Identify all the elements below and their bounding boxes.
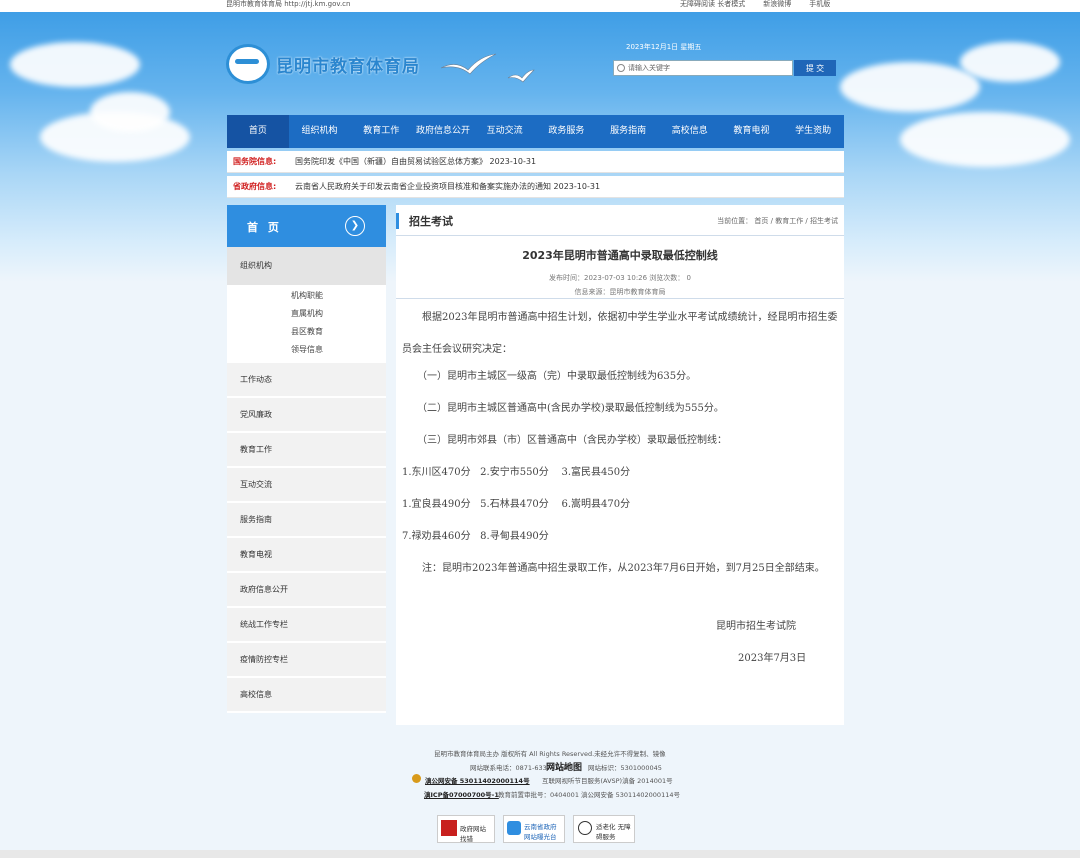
sidebar-sub-list: 机构职能 直属机构 县区教育 领导信息 [227,287,386,359]
nav-interaction[interactable]: 互动交流 [474,115,536,148]
main-nav: 首页 组织机构 教育工作 政府信息公开 互动交流 政务服务 服务指南 高校信息 … [227,115,844,148]
sidebar-item-epidemic[interactable]: 疫情防控专栏 [227,643,386,678]
state-council-notice: 国务院信息: 国务院印发《中国（新疆）自由贸易试验区总体方案》 2023-10-… [227,151,844,173]
nav-gov-service[interactable]: 政务服务 [536,115,598,148]
gov-site-error-badge[interactable]: 政府网站 找错 [437,815,495,843]
section-title: 招生考试 [396,213,453,229]
badge-label: 适老化 无障碍服务 [596,823,631,841]
accessibility-link[interactable]: 无障碍阅读 长者模式 [680,0,745,9]
article-title: 2023年昆明市普通高中录取最低控制线 [522,249,718,262]
cloud-decoration [900,112,1070,167]
article-panel: 招生考试 当前位置： 首页 / 教育工作 / 招生考试 2023年昆明市普通高中… [396,205,844,725]
sidebar-item-gov-info[interactable]: 政府信息公开 [227,573,386,608]
nav-education-tv[interactable]: 教育电视 [721,115,783,148]
search-input[interactable]: 请输入关键字 [613,60,793,76]
sidebar-item-interaction[interactable]: 互动交流 [227,468,386,503]
badge-label: 政府网站 找错 [460,825,486,843]
logo-emblem-icon [226,44,270,84]
sidebar-sub-item[interactable]: 县区教育 [227,323,386,341]
nav-home[interactable]: 首页 [227,115,289,148]
article-paragraph: （二）昆明市主城区普通高中(含民办学校)录取最低控制线为555分。 [402,403,724,414]
article-paragraph: 1.宜良县490分 5.石林县470分 6.嵩明县470分 [402,499,631,510]
mobile-link[interactable]: 手机版 [809,0,830,9]
article-publish-info: 发布时间：2023-07-03 10:26 浏览次数： 0 [549,274,691,282]
article-sign-date: 2023年7月3日 [738,653,807,664]
sidebar-item-united-front[interactable]: 统战工作专栏 [227,608,386,643]
sidebar-item-work-news[interactable]: 工作动态 [227,363,386,398]
article-paragraph: （一）昆明市主城区一级高（完）中录取最低控制线为635分。 [402,371,697,382]
top-bar: 昆明市教育体育局 http://jtj.km.gov.cn 无障碍阅读 长者模式… [0,0,1080,12]
cloud-decoration [960,42,1060,82]
badge-label: 云南省政府 网站曝光台 [524,823,557,841]
sidebar: 首 页 ❯ 组织机构 机构职能 直属机构 县区教育 领导信息 工作动态 党风廉政… [227,205,386,713]
police-badge-icon [412,774,421,783]
footer-police-record[interactable]: 滇公网安备 53011402000114号 [425,775,530,785]
article-signature: 昆明市招生考试院 [716,621,796,632]
article-paragraph: （三）昆明市郊县（市）区普通高中（含民办学校）录取最低控制线： [402,435,727,446]
sidebar-item-organization[interactable]: 组织机构 [227,247,386,287]
elderly-access-badge[interactable]: 适老化 无障碍服务 [573,815,635,843]
cloud-decoration [840,62,980,112]
logo-text: 昆明市教育体育局 [276,56,420,77]
footer-approval: 教育前置审批号：0404001 滇公网安备 53011402000114号 [498,791,680,799]
search-icon [617,64,625,72]
gov-badge-icon [441,820,457,836]
breadcrumb[interactable]: 当前位置： 首页 / 教育工作 / 招生考试 [717,216,838,226]
sidebar-sub-item[interactable]: 直属机构 [227,305,386,323]
article-paragraph: 注：昆明市2023年普通高中招生录取工作，从2023年7月6日开始，到7月25日… [402,563,825,574]
footer-sitemap-link[interactable]: 网站地图 [546,760,582,773]
weibo-link[interactable]: 新浪微博 [763,0,791,9]
notice-tag: 省政府信息: [233,182,277,191]
search-submit-button[interactable]: 提 交 [794,60,836,76]
province-notice: 省政府信息: 云南省人民政府关于印发云南省企业投资项目核准和备案实施办法的通知 … [227,176,844,198]
nav-university[interactable]: 高校信息 [659,115,721,148]
section-header: 招生考试 当前位置： 首页 / 教育工作 / 招生考试 [396,205,844,236]
site-logo[interactable]: 昆明市教育体育局 [226,44,420,84]
top-links: 无障碍阅读 长者模式 新浪微博 手机版 [680,0,830,9]
cloud-decoration [90,92,170,132]
exposure-badge-icon [507,821,521,835]
nav-organization[interactable]: 组织机构 [289,115,351,148]
sidebar-item-tv[interactable]: 教育电视 [227,538,386,573]
chevron-right-icon: ❯ [345,216,365,236]
nav-education-work[interactable]: 教育工作 [350,115,412,148]
sidebar-item-education[interactable]: 教育工作 [227,433,386,468]
nav-student-aid[interactable]: 学生资助 [782,115,844,148]
divider [396,298,844,299]
sidebar-home[interactable]: 首 页 ❯ [227,205,386,247]
sidebar-home-label: 首 页 [247,221,282,234]
footer-icp-link[interactable]: 滇ICP备07000700号-1 [424,789,499,799]
nav-service-guide[interactable]: 服务指南 [597,115,659,148]
exposure-badge[interactable]: 云南省政府 网站曝光台 [503,815,565,843]
notice-link[interactable]: 国务院印发《中国（新疆）自由贸易试验区总体方案》 2023-10-31 [295,151,536,172]
footer-copyright: 昆明市教育体育局主办 版权所有 All Rights Reserved.未经允许… [434,750,666,758]
footer-avsp: 互联网视听节目服务(AVSP)滇备 2014001号 [542,777,673,785]
wheelchair-icon [578,821,592,835]
article-source: 信息来源：昆明市教育体育局 [574,288,666,296]
footer-site-id: 网站标识：5301000045 [588,764,662,772]
sidebar-sub-item[interactable]: 领导信息 [227,341,386,359]
sidebar-item-guide[interactable]: 服务指南 [227,503,386,538]
article-paragraph: 7.禄劝县460分 8.寻甸县490分 [402,531,549,542]
notice-tag: 国务院信息: [233,157,277,166]
notice-link[interactable]: 云南省人民政府关于印发云南省企业投资项目核准和备案实施办法的通知 2023-10… [295,176,600,197]
bottom-bar [0,850,1080,858]
article-paragraph: 1.东川区470分 2.安宁市550分 3.富民县450分 [402,467,631,478]
sidebar-item-university[interactable]: 高校信息 [227,678,386,713]
site-url: 昆明市教育体育局 http://jtj.km.gov.cn [226,0,351,8]
sidebar-sub-item[interactable]: 机构职能 [227,287,386,305]
current-date: 2023年12月1日 星期五 [626,43,702,51]
nav-gov-info[interactable]: 政府信息公开 [412,115,474,148]
seagull-icon [440,53,535,83]
cloud-decoration [10,42,140,87]
sidebar-item-party[interactable]: 党风廉政 [227,398,386,433]
article-paragraph: 根据2023年昆明市普通高中招生计划，依据初中学生学业水平考试成绩统计，经昆明市… [402,312,838,355]
